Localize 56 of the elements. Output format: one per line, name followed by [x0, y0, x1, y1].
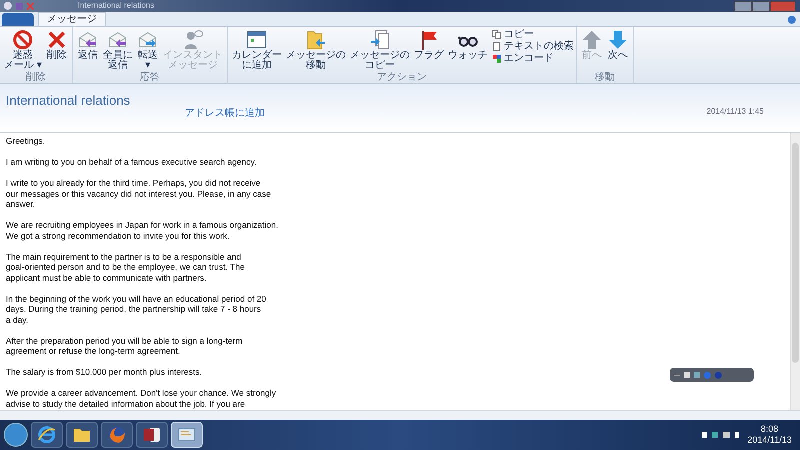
ribbon-button[interactable]: 転送 ▾ — [134, 29, 161, 71]
ribbon-button[interactable]: フラグ — [412, 29, 446, 61]
folder-arrow-icon — [304, 29, 327, 51]
ribbon-button[interactable]: 迷惑 メール ▾ — [2, 29, 44, 71]
app-icon — [4, 2, 12, 10]
ribbon-small-button[interactable]: エンコード — [492, 53, 574, 64]
ribbon-button[interactable]: 削除 — [44, 29, 70, 61]
body-paragraph: After the preparation period you will be able to sign a long-term agreement or refuse the long-term agreement. — [6, 336, 244, 356]
language-toolbar-drawing[interactable] — [670, 368, 754, 382]
ribbon-button[interactable]: 次へ — [604, 29, 631, 61]
close-button[interactable] — [770, 0, 796, 12]
copy-icon — [492, 30, 502, 40]
database-a-icon — [142, 425, 162, 445]
block-icon — [12, 29, 34, 51]
message-subject: International relations — [6, 92, 130, 110]
maximize-button[interactable] — [752, 0, 770, 12]
taskbar-button[interactable] — [136, 422, 168, 448]
group-label: 応答 — [138, 72, 161, 83]
body-paragraph: The main requirement to the partner is to be a responsible and goal-oriented person and to be the employee, we can trust. The applicant must be able to communicate with partners. — [6, 252, 246, 283]
body-paragraph: We provide a career advancement. Don't lose your chance. We strongly advise to study the detailed information about the job. If you are — [6, 388, 278, 409]
body-paragraph: The salary is from $10.000 per month plus interests. — [6, 367, 204, 378]
ribbon-button[interactable]: 返信 — [74, 29, 101, 61]
clock[interactable]: 8:08 2014/11/13 — [744, 424, 796, 446]
calendar-icon — [246, 29, 268, 51]
scrollbar[interactable] — [790, 133, 800, 410]
body-paragraph: In the beginning of the work you will have an educational period of 20 days. During the training period, the partnership will take 7 - 8 hours a day. — [6, 294, 268, 325]
body-paragraph: Greetings. — [6, 136, 46, 146]
ribbon-tab[interactable]: メッセージ — [38, 12, 106, 26]
globe-fox-icon — [107, 425, 127, 445]
add-to-address-book-link[interactable]: アドレス帳に追加 — [185, 108, 265, 119]
window-title: International relations — [78, 1, 154, 11]
down-arrow-icon — [606, 29, 629, 51]
ribbon-small-button[interactable]: テキストの検索 — [492, 41, 574, 52]
ribbon-button[interactable]: メッセージの コピー — [348, 29, 412, 71]
group-label: 移動 — [594, 72, 616, 83]
ribbon-small-button[interactable]: コピー — [492, 29, 574, 40]
up-arrow-icon — [580, 29, 603, 51]
group-label: 削除 — [24, 72, 47, 83]
taskbar-button[interactable] — [66, 422, 98, 448]
document-icon — [492, 42, 502, 52]
taskbar-button[interactable] — [31, 422, 63, 448]
body-paragraph: I write to you already for the third time. Perhaps, you did not receive our messages or this vacancy did not interest you. Please, in any case answer. — [6, 178, 272, 210]
body-paragraph: We are recruiting employees in Japan for work in a famous organization. We got a strong recommendation to invite you for this work. — [6, 220, 280, 241]
document-arrow-icon — [368, 29, 391, 51]
start-button[interactable] — [4, 423, 28, 447]
ribbon-button[interactable]: 全員に 返信 — [100, 29, 135, 71]
message-date: 2014/11/13 1:45 — [706, 106, 764, 118]
group-label: アクション — [376, 72, 428, 83]
ribbon-button[interactable]: ウォッチ — [446, 29, 490, 61]
help-icon[interactable] — [788, 16, 796, 24]
minimize-button[interactable] — [734, 0, 752, 12]
ribbon-button[interactable]: メッセージの 移動 — [284, 29, 348, 71]
browser-e-icon — [37, 425, 57, 445]
ribbon-button[interactable]: カレンダー に追加 — [230, 29, 284, 71]
body-paragraph: I am writing to you on behalf of a famous executive search agency. — [6, 157, 258, 168]
encode-icon — [492, 54, 502, 64]
